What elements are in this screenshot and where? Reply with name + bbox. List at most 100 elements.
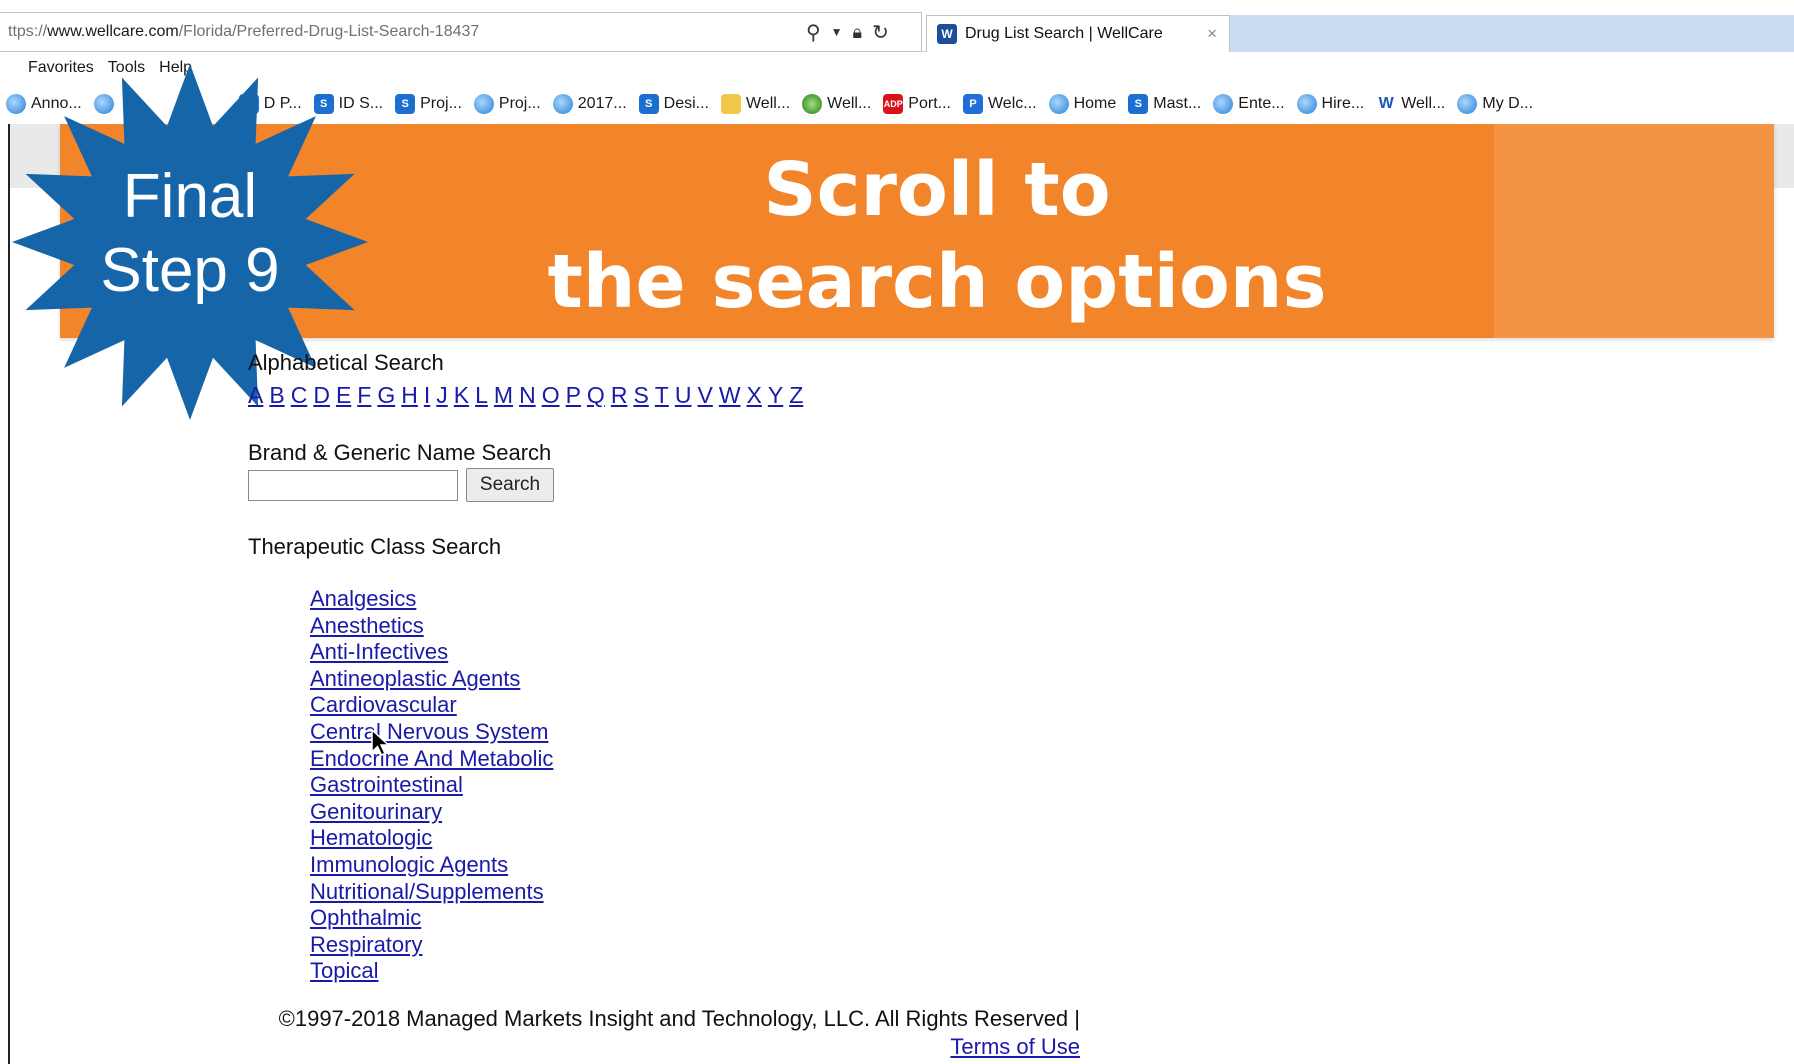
tab-strip-empty (1230, 15, 1794, 52)
therapeutic-class-link[interactable]: Cardiovascular (310, 692, 457, 717)
url-prefix: ttps:// (8, 23, 48, 40)
favorite-item[interactable]: W Well... (1376, 94, 1446, 114)
favorite-item[interactable]: My D... (1457, 94, 1533, 114)
letter-link-r[interactable]: R (611, 382, 628, 409)
letter-link-q[interactable]: Q (587, 382, 605, 409)
list-item: Topical (310, 958, 553, 985)
list-item: Nutritional/Supplements (310, 879, 553, 906)
url-field[interactable]: ttps://www.wellcare.com/Florida/Preferre… (0, 12, 922, 52)
favorite-item[interactable]: ADP Port... (883, 94, 951, 114)
search-button[interactable]: Search (466, 468, 554, 502)
therapeutic-class-link[interactable]: Central Nervous System (310, 719, 548, 744)
therapeutic-class-link[interactable]: Antineoplastic Agents (310, 666, 520, 691)
letter-link-s[interactable]: S (633, 382, 648, 409)
tab-title: Drug List Search | WellCare (965, 25, 1163, 42)
alphabetical-search-title: Alphabetical Search (248, 350, 444, 375)
globe-icon (802, 94, 823, 114)
page-footer: ©1997-2018 Managed Markets Insight and T… (260, 1006, 1080, 1060)
letter-link-j[interactable]: J (436, 382, 448, 409)
ie-icon (552, 94, 573, 114)
letter-link-w[interactable]: W (719, 382, 741, 409)
favorite-item[interactable]: Home (1048, 94, 1116, 114)
ie-icon (473, 94, 494, 114)
copyright-text: ©1997-2018 Managed Markets Insight and T… (278, 1006, 1080, 1031)
terms-of-use-link[interactable]: Terms of Use (950, 1034, 1080, 1060)
favorite-item[interactable]: Proj... (473, 94, 541, 114)
alphabet-links: ABCDEFGHIJKLMNOPQRSTUVWXYZ (248, 382, 803, 409)
letter-link-e[interactable]: E (336, 382, 351, 409)
adp-icon: ADP (883, 94, 904, 114)
favorite-item[interactable]: 2017... (552, 94, 627, 114)
list-item: Cardiovascular (310, 692, 553, 719)
letter-link-z[interactable]: Z (789, 382, 803, 409)
list-item: Genitourinary (310, 799, 553, 826)
wellcare-favicon-icon: W (937, 24, 957, 44)
letter-link-h[interactable]: H (401, 382, 418, 409)
url-path: /Florida/Preferred-Drug-List-Search-1843… (178, 23, 480, 40)
letter-link-n[interactable]: N (519, 382, 536, 409)
therapeutic-class-link[interactable]: Anti-Infectives (310, 639, 448, 664)
favorite-item[interactable]: Well... (720, 94, 790, 114)
list-item: Respiratory (310, 932, 553, 959)
letter-link-v[interactable]: V (697, 382, 712, 409)
address-bar: ttps://www.wellcare.com/Florida/Preferre… (0, 12, 1794, 52)
wellcare-icon: W (1378, 95, 1394, 112)
therapeutic-class-link[interactable]: Gastrointestinal (310, 772, 463, 797)
tab-drug-list-search[interactable]: W Drug List Search | WellCare × (926, 15, 1230, 52)
letter-link-t[interactable]: T (655, 382, 669, 409)
letter-link-k[interactable]: K (454, 382, 469, 409)
therapeutic-class-link[interactable]: Anesthetics (310, 613, 424, 638)
therapeutic-class-link[interactable]: Analgesics (310, 586, 416, 611)
therapeutic-class-link[interactable]: Nutritional/Supplements (310, 879, 544, 904)
favorite-item[interactable]: S Mast... (1128, 94, 1201, 114)
list-item: Antineoplastic Agents (310, 666, 553, 693)
letter-link-i[interactable]: I (424, 382, 430, 409)
url-host: www.wellcare.com (47, 23, 179, 40)
letter-link-f[interactable]: F (357, 382, 371, 409)
lock-icon[interactable]: 🔒︎ (853, 22, 863, 43)
list-item: Anti-Infectives (310, 639, 553, 666)
favorite-item[interactable]: S Proj... (395, 94, 462, 114)
chevron-down-icon[interactable]: ▼ (831, 25, 843, 39)
sharepoint-icon: S (638, 94, 659, 114)
letter-link-a[interactable]: A (248, 382, 263, 409)
favorite-item[interactable]: Ente... (1213, 94, 1285, 114)
letter-link-g[interactable]: G (377, 382, 395, 409)
letter-link-p[interactable]: P (566, 382, 581, 409)
refresh-icon[interactable]: ↻ (872, 20, 889, 45)
badge-line-2: Step 9 (100, 236, 280, 305)
therapeutic-class-link[interactable]: Ophthalmic (310, 905, 421, 930)
list-item: Hematologic (310, 825, 553, 852)
letter-link-c[interactable]: C (291, 382, 308, 409)
letter-link-l[interactable]: L (475, 382, 488, 409)
letter-link-x[interactable]: X (747, 382, 762, 409)
therapeutic-class-link[interactable]: Immunologic Agents (310, 852, 508, 877)
screen: ttps://www.wellcare.com/Florida/Preferre… (0, 0, 1794, 1064)
letter-link-b[interactable]: B (269, 382, 284, 409)
favorite-item[interactable]: S Desi... (638, 94, 709, 114)
sharepoint-icon: S (395, 94, 416, 114)
letter-link-m[interactable]: M (494, 382, 513, 409)
therapeutic-class-link[interactable]: Genitourinary (310, 799, 442, 824)
therapeutic-class-link[interactable]: Topical (310, 958, 378, 983)
drug-name-search-input[interactable] (248, 470, 458, 501)
letter-link-o[interactable]: O (542, 382, 560, 409)
brand-generic-search-title: Brand & Generic Name Search (248, 440, 552, 465)
therapeutic-class-link[interactable]: Respiratory (310, 932, 422, 957)
therapeutic-class-link[interactable]: Hematologic (310, 825, 432, 850)
therapeutic-class-link[interactable]: Endocrine And Metabolic (310, 746, 553, 771)
close-icon[interactable]: × (1207, 24, 1217, 44)
favorite-item[interactable]: P Welc... (962, 94, 1037, 114)
list-item: Endocrine And Metabolic (310, 746, 553, 773)
letter-link-u[interactable]: U (675, 382, 692, 409)
letter-link-d[interactable]: D (313, 382, 330, 409)
ie-icon (1457, 94, 1478, 114)
favorite-item[interactable]: Hire... (1296, 94, 1364, 114)
favorite-item[interactable]: Well... (802, 94, 871, 114)
search-icon[interactable]: ⚲ (806, 20, 821, 45)
therapeutic-class-search-title: Therapeutic Class Search (248, 534, 502, 559)
letter-link-y[interactable]: Y (768, 382, 783, 409)
list-item: Analgesics (310, 586, 553, 613)
therapeutic-class-list: Analgesics Anesthetics Anti-Infectives Anti… (310, 586, 553, 985)
list-item: Immunologic Agents (310, 852, 553, 879)
